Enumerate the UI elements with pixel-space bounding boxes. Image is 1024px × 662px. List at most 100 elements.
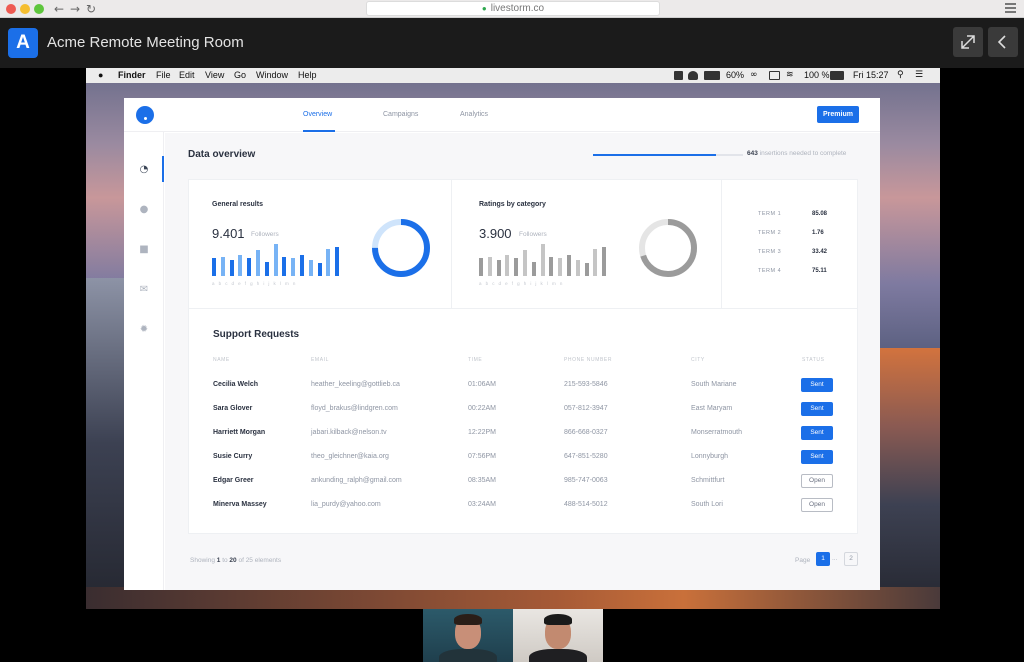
- battery-percent: 60%: [726, 70, 745, 80]
- column-header-name: NAME: [213, 357, 230, 363]
- fullscreen-button[interactable]: [953, 27, 983, 57]
- cell-name: Susie Curry: [213, 453, 253, 460]
- menu-view[interactable]: View: [205, 68, 224, 83]
- term-label-2: TERM 2: [758, 230, 782, 236]
- support-requests-card: Support Requests NAME EMAIL TIME PHONE N…: [188, 308, 858, 534]
- tab-campaigns[interactable]: Campaigns: [383, 111, 418, 118]
- menu-edit[interactable]: Edit: [179, 68, 195, 83]
- bar: [335, 247, 340, 276]
- participant-1-body: [439, 649, 497, 662]
- term-value-1: 85.08: [812, 211, 828, 217]
- tab-overview[interactable]: Overview: [303, 111, 332, 118]
- general-results-sub: Followers: [251, 231, 279, 238]
- bar: [282, 257, 287, 276]
- cell-name: Cecilia Welch: [213, 381, 259, 388]
- menu-go[interactable]: Go: [234, 68, 246, 83]
- participant-video-1[interactable]: [423, 609, 513, 662]
- cell-phone: 215-593-5846: [564, 381, 608, 388]
- battery-icon[interactable]: [704, 71, 720, 80]
- ratings-donut-chart: [639, 219, 697, 277]
- ratings-value: 3.900: [479, 226, 512, 241]
- bar: [487, 257, 492, 276]
- cell-email: floyd_brakus@lindgren.com: [311, 405, 398, 412]
- cell-city: Schmittfurt: [691, 477, 725, 484]
- maximize-window-button[interactable]: [34, 4, 44, 14]
- page-2-button[interactable]: 2: [844, 552, 858, 566]
- reload-icon[interactable]: ↻: [86, 1, 96, 17]
- mountain-right: [880, 348, 940, 609]
- participant-2-body: [529, 649, 587, 662]
- app-status-icon[interactable]: [674, 71, 683, 80]
- menu-window[interactable]: Window: [256, 68, 288, 83]
- menu-finder[interactable]: Finder: [118, 68, 146, 83]
- cell-name: Harriett Morgan: [213, 429, 266, 436]
- range-from: 1: [216, 557, 221, 564]
- glasses-icon[interactable]: ∞: [750, 68, 758, 83]
- term-label-3: TERM 3: [758, 249, 782, 255]
- chat-icon[interactable]: ●: [138, 205, 150, 215]
- participant-2-headphones: [544, 614, 572, 625]
- page-label: Page: [795, 557, 811, 564]
- support-requests-title: Support Requests: [213, 329, 300, 340]
- ratings-bar-chart: [479, 244, 609, 276]
- cell-phone: 488-514-5012: [564, 501, 608, 508]
- bar: [602, 247, 607, 276]
- shared-desktop: ● Finder File Edit View Go Window Help 6…: [86, 68, 940, 609]
- cell-email: theo_gleichner@kaia.org: [311, 453, 389, 460]
- bar: [584, 263, 589, 276]
- spotlight-search-icon[interactable]: ⚲: [897, 68, 904, 83]
- notification-center-icon[interactable]: ☰: [915, 68, 923, 83]
- minimize-window-button[interactable]: [20, 4, 30, 14]
- bar: [326, 249, 331, 276]
- back-arrow-icon[interactable]: ←: [54, 1, 64, 17]
- bar: [505, 255, 510, 276]
- bar: [549, 257, 554, 276]
- address-bar[interactable]: ● livestorm.co: [366, 1, 660, 16]
- status-button[interactable]: Open: [801, 498, 833, 512]
- general-results-label: General results: [212, 201, 263, 208]
- sidebar-active-indicator: [162, 156, 164, 182]
- airplay-icon[interactable]: [769, 71, 780, 80]
- participant-video-2[interactable]: [513, 609, 603, 662]
- status-button[interactable]: Sent: [801, 378, 833, 392]
- dashboard-window: Overview Campaigns Analytics Premium ◔ ●…: [124, 98, 880, 590]
- cell-email: heather_keeling@gottlieb.ca: [311, 381, 400, 388]
- status-button[interactable]: Sent: [801, 402, 833, 416]
- battery-percent-2: 100 %: [804, 70, 830, 80]
- brand-logo[interactable]: [136, 106, 154, 124]
- cell-email: jabari.kilback@nelson.tv: [311, 429, 387, 436]
- bar: [567, 255, 571, 276]
- bar: [593, 249, 598, 276]
- tab-analytics[interactable]: Analytics: [460, 111, 488, 118]
- menu-help[interactable]: Help: [298, 68, 317, 83]
- ratings-bar-letters: abcdefghijklmn: [479, 281, 567, 286]
- dashboard-gauge-icon[interactable]: ◔: [138, 165, 150, 175]
- page-ellipsis: ...: [832, 555, 838, 562]
- status-button[interactable]: Sent: [801, 426, 833, 440]
- menu-file[interactable]: File: [156, 68, 171, 83]
- close-window-button[interactable]: [6, 4, 16, 14]
- gear-icon[interactable]: ✹: [138, 325, 150, 335]
- apple-icon[interactable]: ●: [98, 68, 103, 83]
- bar: [575, 260, 580, 276]
- forward-arrow-icon[interactable]: →: [70, 1, 80, 17]
- status-button[interactable]: Sent: [801, 450, 833, 464]
- folder-icon[interactable]: ■: [138, 245, 150, 255]
- range-total: of 25 elements: [238, 557, 282, 564]
- collapse-panel-button[interactable]: [988, 27, 1018, 57]
- wifi-icon[interactable]: ≋: [786, 68, 794, 83]
- cell-phone: 647-851-5280: [564, 453, 608, 460]
- premium-button[interactable]: Premium: [817, 106, 859, 123]
- hat-icon[interactable]: [688, 71, 698, 80]
- battery-full-icon[interactable]: [830, 71, 844, 80]
- cell-city: South Mariane: [691, 381, 737, 388]
- page-1-button[interactable]: 1: [816, 552, 830, 566]
- browser-menu-icon[interactable]: [1005, 3, 1016, 13]
- status-button[interactable]: Open: [801, 474, 833, 488]
- active-tab-indicator: [303, 130, 335, 132]
- progress-suffix: insertions needed to complete: [759, 150, 847, 157]
- mail-icon[interactable]: ✉: [138, 285, 150, 295]
- menubar-clock[interactable]: Fri 15:27: [853, 68, 889, 83]
- chevron-left-icon: [997, 35, 1006, 49]
- cell-name: Sara Glover: [213, 405, 253, 412]
